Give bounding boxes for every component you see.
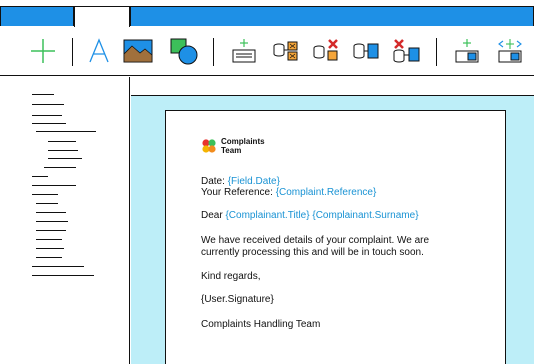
logo-icon [202,139,216,153]
outline-item[interactable] [36,230,66,231]
shapes-icon[interactable] [168,36,200,66]
outline-item[interactable] [36,257,62,258]
tab-left[interactable] [0,6,74,26]
outline-item[interactable] [48,141,76,142]
reference-line: Your Reference: {Complaint.Reference} [201,186,376,199]
document-page[interactable]: Complaints Team Date: {Field.Date} Your … [165,110,506,364]
outline-item[interactable] [32,176,48,177]
db-remove-icon[interactable] [391,36,423,66]
tab-strip [0,0,534,27]
outline-item[interactable] [36,248,64,249]
expand-section-icon[interactable] [494,36,526,66]
outline-item[interactable] [32,275,94,276]
outline-item[interactable] [36,212,66,213]
outline-item[interactable] [32,266,84,267]
tab-right[interactable] [130,6,534,26]
outline-item[interactable] [32,115,62,116]
db-unlink-icon[interactable] [311,36,341,66]
outline-item[interactable] [48,150,78,151]
text-icon[interactable] [86,36,112,66]
insert-field-icon[interactable] [229,36,259,66]
reference-label: Your Reference: [201,187,276,198]
logo-line1: Complaints [221,137,265,146]
reference-field[interactable]: {Complaint.Reference} [276,187,377,198]
logo-text: Complaints Team [221,137,265,155]
outline-item[interactable] [32,194,58,195]
add-icon[interactable] [28,36,58,66]
outline-panel [0,77,130,364]
image-icon[interactable] [122,36,154,66]
toolbar-separator [213,38,214,66]
outline-item[interactable] [32,123,66,124]
company-logo: Complaints Team [201,137,265,155]
db-table-icon[interactable] [351,36,381,66]
outline-item[interactable] [36,221,68,222]
outline-item[interactable] [32,185,76,186]
salutation-label: Dear [201,210,226,221]
outline-item[interactable] [32,104,64,105]
toolbar-separator [436,38,437,66]
toolbar-separator [72,38,73,66]
closing-line: Kind regards, [201,271,261,282]
db-link-icon[interactable] [271,36,301,66]
outline-item[interactable] [48,158,82,159]
salutation-line: Dear {Complainant.Title} {Complainant.Su… [201,209,419,222]
toolbar [0,26,534,76]
outline-item[interactable] [36,131,96,132]
team-name: Complaints Handling Team [201,319,321,330]
body-line-2: currently processing this and will be in… [201,247,424,258]
title-field[interactable]: {Complainant.Title} [225,210,309,221]
outline-item[interactable] [36,239,62,240]
outline-item[interactable] [36,203,58,204]
surname-field[interactable]: {Complainant.Surname} [312,210,418,221]
tab-active[interactable] [74,6,130,27]
signature-field[interactable]: {User.Signature} [201,293,274,306]
outline-item[interactable] [32,94,54,95]
logo-line2: Team [221,146,242,155]
add-section-icon[interactable] [452,36,482,66]
outline-item[interactable] [44,167,76,168]
